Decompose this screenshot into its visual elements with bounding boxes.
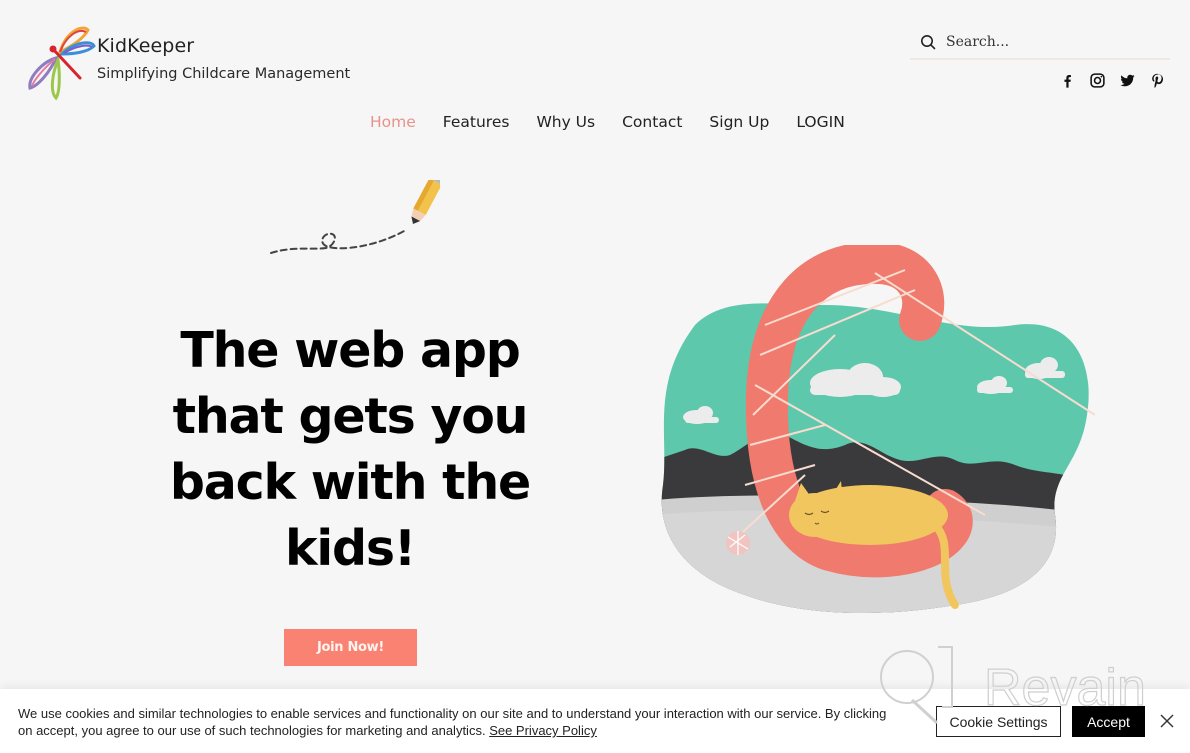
hero-headline: The web app that gets you back with the …	[169, 322, 531, 577]
cookie-message: We use cookies and similar technologies …	[18, 705, 918, 739]
nav-item-home[interactable]: Home	[370, 113, 416, 131]
instagram-icon	[1089, 72, 1105, 88]
facebook-link[interactable]	[1058, 71, 1076, 89]
nav-item-login[interactable]: LOGIN	[796, 113, 844, 131]
pinterest-link[interactable]	[1148, 71, 1166, 89]
social-links	[1058, 71, 1166, 89]
brand-subtitle: Simplifying Childcare Management	[97, 66, 351, 82]
nav-item-why-us[interactable]: Why Us	[536, 113, 595, 131]
cookie-text-line2: on accept, you agree to our use of such …	[18, 723, 486, 738]
pencil-doodle-icon	[270, 180, 440, 254]
brand-title[interactable]: KidKeeper	[97, 35, 194, 57]
nav-item-features[interactable]: Features	[443, 113, 510, 131]
accept-button[interactable]: Accept	[1072, 706, 1145, 737]
instagram-link[interactable]	[1088, 71, 1106, 89]
main-nav: Home Features Why Us Contact Sign Up LOG…	[370, 113, 872, 131]
cookie-settings-button[interactable]: Cookie Settings	[936, 706, 1061, 737]
pinterest-icon	[1151, 73, 1163, 88]
sleeping-cat-illustration	[661, 245, 1095, 614]
search-input[interactable]	[946, 34, 1146, 50]
cookie-text-line1: We use cookies and similar technologies …	[18, 706, 887, 721]
twitter-icon	[1119, 74, 1135, 86]
facebook-icon	[1063, 74, 1071, 88]
search-icon[interactable]	[920, 34, 936, 50]
join-now-button[interactable]: Join Now!	[284, 629, 417, 666]
close-icon[interactable]	[1158, 712, 1176, 730]
twitter-link[interactable]	[1118, 71, 1136, 89]
nav-item-contact[interactable]: Contact	[622, 113, 682, 131]
cookie-banner: We use cookies and similar technologies …	[0, 689, 1190, 753]
privacy-policy-link[interactable]: See Privacy Policy	[489, 723, 597, 738]
search-bar[interactable]	[910, 26, 1170, 60]
dragonfly-logo-icon[interactable]	[22, 22, 96, 102]
nav-item-sign-up[interactable]: Sign Up	[709, 113, 769, 131]
